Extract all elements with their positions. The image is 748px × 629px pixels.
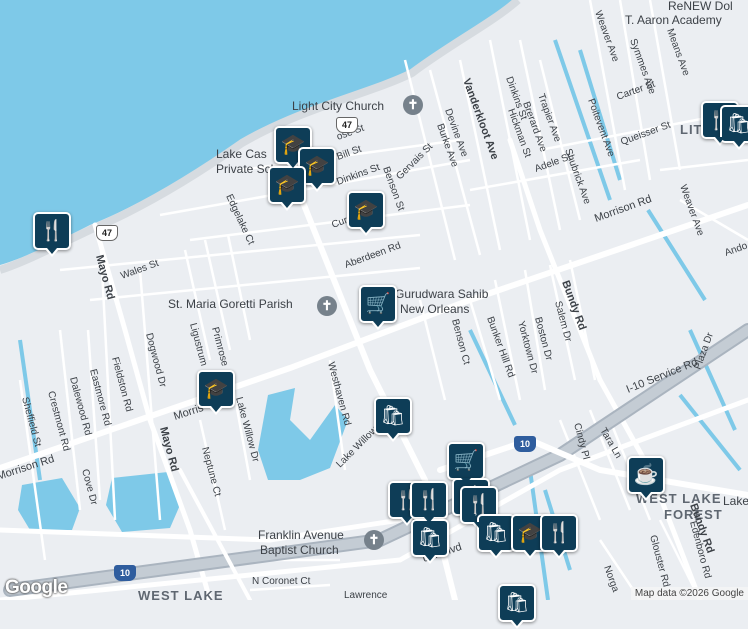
route-47-shield: 47	[96, 225, 118, 241]
pond	[106, 472, 180, 532]
street-label: Glouster Rd	[647, 534, 671, 588]
shopping-marker[interactable]: 🛍	[477, 514, 515, 559]
restaurant-marker[interactable]: 🍴	[540, 514, 578, 559]
street-label: Lawrence	[344, 590, 388, 600]
street-label: Neptune Ct	[199, 446, 223, 498]
shopping-marker[interactable]: 🛍	[374, 397, 412, 442]
place-label: Light City Church	[292, 99, 384, 113]
map-attribution[interactable]: Map data ©2026 Google	[630, 587, 748, 600]
shopping-bag-icon: 🛍	[417, 527, 443, 549]
street-label: Aberdeen Rd	[343, 240, 402, 270]
graduation-cap-icon: 🎓	[304, 155, 330, 177]
street-label: Bill St	[335, 144, 363, 163]
graduation-cap-icon: 🎓	[353, 199, 379, 221]
school-marker[interactable]: 🎓	[268, 166, 306, 211]
street-label: Means Ave	[664, 27, 691, 77]
graduation-cap-icon: 🎓	[517, 522, 543, 544]
shopping-marker[interactable]: 🛍	[498, 584, 536, 629]
place-label: New Orleans	[400, 302, 469, 316]
street-label: Morrison Rd	[593, 193, 653, 225]
place-label: Gurudwara Sahib	[395, 287, 489, 301]
church-icon[interactable]: ✝	[317, 296, 337, 316]
church-icon[interactable]: ✝	[364, 530, 384, 550]
place-label: Franklin Avenue	[258, 528, 344, 542]
street-label: N Coronet Ct	[252, 576, 311, 587]
street-label: Queisser St	[619, 120, 672, 148]
shopping-cart-icon: 🛒	[453, 450, 479, 472]
route-47-shield: 47	[336, 117, 358, 133]
fork-knife-icon: 🍴	[466, 494, 492, 516]
street-label: Cove Dr	[79, 468, 99, 507]
interstate-10-shield: 10	[114, 565, 136, 581]
shopping-bag-icon: 🛍	[380, 405, 406, 427]
fork-knife-icon: 🍴	[546, 522, 572, 544]
school-marker[interactable]: 🎓	[197, 370, 235, 415]
church-icon[interactable]: ✝	[403, 95, 423, 115]
interstate-10-shield: 10	[514, 436, 536, 452]
place-label: ReNEW Dol	[668, 0, 733, 13]
shopping-bag-icon: 🛍	[726, 113, 748, 135]
coffee-cup-icon: ☕	[633, 464, 659, 486]
place-label: T. Aaron Academy	[625, 13, 722, 27]
shopping-marker[interactable]: 🛍	[411, 519, 449, 564]
school-marker[interactable]: 🎓	[347, 191, 385, 236]
restaurant-marker[interactable]: 🍴	[33, 212, 71, 257]
place-label: Lake Cas	[216, 147, 267, 161]
shopping-bag-icon: 🛍	[483, 522, 509, 544]
shopping-bag-icon: 🛍	[504, 592, 530, 614]
street-label: Dinkins St	[335, 162, 381, 188]
graduation-cap-icon: 🎓	[203, 378, 229, 400]
google-logo: Google	[5, 577, 68, 598]
street-label: Lake Willow Dr	[233, 396, 261, 464]
grocery-marker[interactable]: 🛒	[359, 285, 397, 330]
street-label: Benson Ct	[449, 318, 472, 366]
place-label: St. Maria Goretti Parish	[168, 297, 293, 311]
neighborhood-label: WEST LAKE	[138, 588, 224, 600]
place-label: Baptist Church	[260, 543, 339, 557]
neighborhood-label: LIT	[680, 122, 703, 137]
street-label: Mayo Rd	[93, 254, 116, 301]
grocery-marker[interactable]: 🛒	[447, 442, 485, 487]
fork-knife-icon: 🍴	[39, 220, 65, 242]
pond	[18, 478, 80, 530]
restaurant-marker[interactable]: 🍴	[410, 481, 448, 526]
cafe-marker[interactable]: ☕	[627, 456, 665, 501]
fork-knife-icon: 🍴	[416, 489, 442, 511]
shopping-cart-icon: 🛒	[365, 293, 391, 315]
street-label: Sheffield St	[19, 396, 43, 448]
street-label: Lake	[723, 494, 748, 508]
street-label: Fieldston Rd	[109, 356, 134, 413]
street-label: Ando	[723, 240, 748, 258]
street-label: Poitevent Ave	[585, 97, 616, 158]
graduation-cap-icon: 🎓	[274, 174, 300, 196]
